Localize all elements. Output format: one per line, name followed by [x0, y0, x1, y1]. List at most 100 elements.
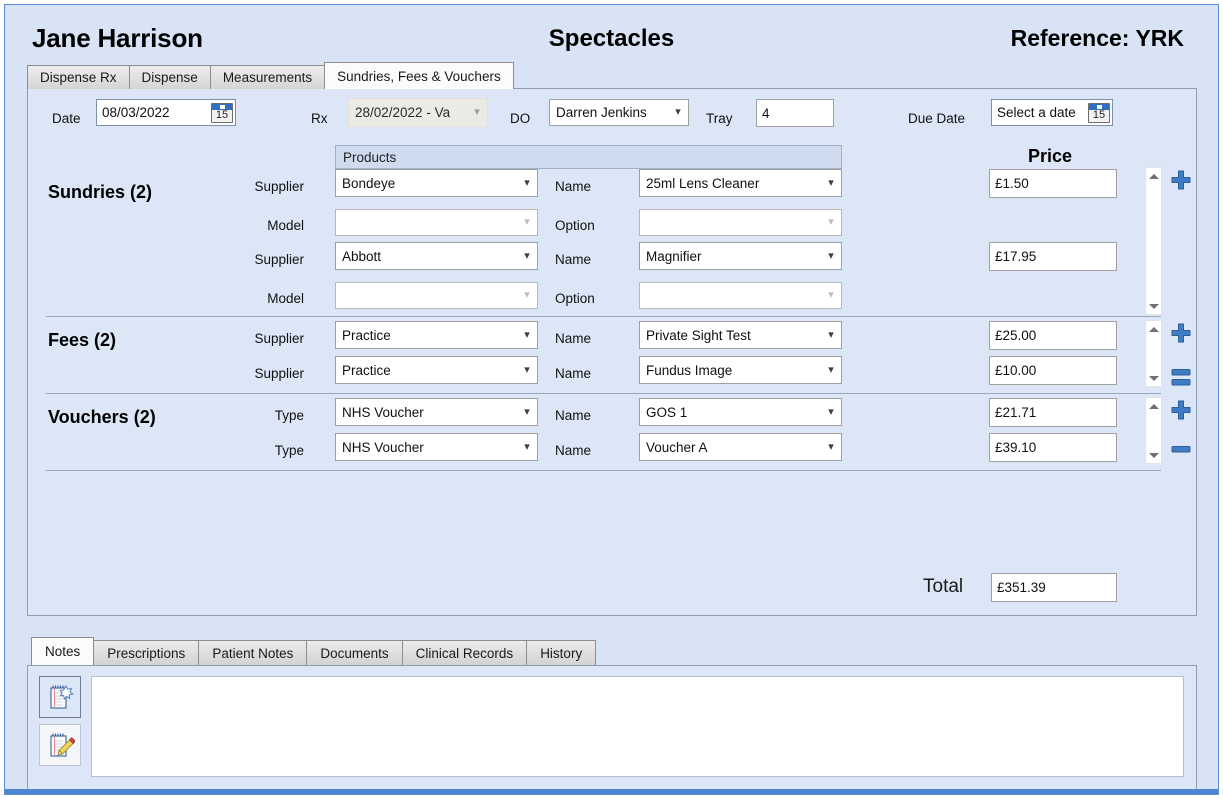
option-dropdown[interactable]: ▾ [639, 282, 842, 309]
section-divider [46, 316, 1161, 317]
row-label: Type [274, 408, 304, 423]
fee-name-value: Fundus Image [646, 362, 733, 378]
scroll-down-icon[interactable] [1146, 371, 1161, 385]
fee-supplier-dropdown[interactable]: Practice ▾ [335, 356, 538, 384]
voucher-name-value: GOS 1 [646, 404, 688, 420]
voucher-price-input[interactable]: £21.71 [989, 398, 1117, 427]
due-date-picker[interactable]: Select a date 15 [991, 99, 1113, 126]
supplier-dropdown[interactable]: Abbott ▾ [335, 242, 538, 270]
voucher-type-dropdown[interactable]: NHS Voucher ▾ [335, 398, 538, 426]
supplier-dropdown[interactable]: Bondeye ▾ [335, 169, 538, 197]
calendar-icon[interactable]: 15 [1088, 102, 1110, 123]
tray-label: Tray [706, 111, 733, 126]
sundries-scrollbar[interactable] [1145, 167, 1162, 315]
supplier-value: Abbott [342, 248, 382, 264]
rx-value: 28/02/2022 - Va [355, 105, 451, 120]
row-label: Model [267, 291, 304, 306]
chevron-down-icon: ▾ [828, 440, 834, 453]
model-dropdown[interactable]: ▾ [335, 282, 538, 309]
model-dropdown[interactable]: ▾ [335, 209, 538, 236]
scroll-up-icon[interactable] [1146, 399, 1161, 413]
product-name-value: 25ml Lens Cleaner [646, 175, 760, 191]
product-name-dropdown[interactable]: Magnifier ▾ [639, 242, 842, 270]
row-label: Type [274, 443, 304, 458]
remove-voucher-button[interactable] [1169, 437, 1193, 461]
scroll-down-icon[interactable] [1146, 299, 1161, 313]
option-dropdown[interactable]: ▾ [639, 209, 842, 236]
fee-name-dropdown[interactable]: Fundus Image ▾ [639, 356, 842, 384]
price-input[interactable]: £17.95 [989, 242, 1117, 271]
scroll-down-icon[interactable] [1146, 448, 1161, 462]
tab-history[interactable]: History [526, 640, 597, 665]
tab-dispense[interactable]: Dispense [128, 65, 211, 89]
chevron-down-icon: ▾ [524, 289, 530, 301]
tab-prescriptions[interactable]: Prescriptions [93, 640, 200, 665]
add-voucher-button[interactable] [1169, 398, 1193, 422]
fee-price-input[interactable]: £25.00 [989, 321, 1117, 350]
row-label: Name [555, 179, 592, 194]
chevron-down-icon: ▾ [675, 106, 681, 118]
voucher-name-dropdown[interactable]: GOS 1 ▾ [639, 398, 842, 426]
fee-name-dropdown[interactable]: Private Sight Test ▾ [639, 321, 842, 349]
application-window: Jane Harrison Spectacles Reference: YRK … [4, 4, 1219, 795]
calendar-icon-day: 15 [215, 108, 229, 121]
section-title-vouchers: Vouchers (2) [48, 407, 156, 427]
notes-textarea[interactable] [91, 676, 1184, 777]
fees-scrollbar[interactable] [1145, 320, 1162, 387]
date-label: Date [52, 111, 81, 126]
do-value: Darren Jenkins [556, 105, 647, 120]
chevron-down-icon: ▾ [524, 216, 530, 228]
section-title-fees: Fees (2) [48, 330, 117, 350]
row-label: Name [555, 366, 592, 381]
scroll-up-icon[interactable] [1146, 322, 1161, 336]
edit-note-icon[interactable] [39, 724, 81, 766]
date-value: 08/03/2022 [102, 105, 170, 120]
remove-fee-button[interactable] [1169, 360, 1193, 384]
chevron-down-icon: ▾ [828, 249, 834, 262]
tab-measurements[interactable]: Measurements [209, 65, 326, 89]
fee-supplier-value: Practice [342, 362, 391, 378]
date-picker[interactable]: 08/03/2022 15 [96, 99, 236, 126]
chevron-down-icon: ▾ [828, 405, 834, 418]
fee-supplier-value: Practice [342, 327, 391, 343]
tab-documents[interactable]: Documents [306, 640, 403, 665]
tray-input[interactable]: 4 [756, 99, 834, 127]
calendar-icon[interactable]: 15 [211, 102, 233, 123]
fee-price-input[interactable]: £10.00 [989, 356, 1117, 385]
voucher-price-input[interactable]: £39.10 [989, 433, 1117, 462]
product-name-dropdown[interactable]: 25ml Lens Cleaner ▾ [639, 169, 842, 197]
main-content-panel: Date 08/03/2022 15 Rx 28/02/2022 - Va ▾ … [27, 88, 1197, 616]
row-label: Supplier [254, 252, 304, 267]
row-label: Supplier [254, 331, 304, 346]
chevron-down-icon: ▾ [828, 328, 834, 341]
do-label: DO [510, 111, 531, 126]
voucher-type-dropdown[interactable]: NHS Voucher ▾ [335, 433, 538, 461]
fee-supplier-dropdown[interactable]: Practice ▾ [335, 321, 538, 349]
chevron-down-icon: ▾ [524, 440, 530, 453]
vouchers-scrollbar[interactable] [1145, 397, 1162, 464]
section-divider [46, 470, 1161, 471]
chevron-down-icon: ▾ [474, 106, 480, 118]
tab-patient-notes[interactable]: Patient Notes [198, 640, 308, 665]
tab-sundries-fees-vouchers[interactable]: Sundries, Fees & Vouchers [324, 62, 514, 89]
rx-dropdown[interactable]: 28/02/2022 - Va ▾ [348, 98, 488, 127]
due-date-value: Select a date [997, 105, 1076, 120]
voucher-name-dropdown[interactable]: Voucher A ▾ [639, 433, 842, 461]
tab-clinical-records[interactable]: Clinical Records [401, 640, 528, 665]
row-label: Supplier [254, 366, 304, 381]
voucher-type-value: NHS Voucher [342, 439, 424, 455]
tab-dispense-rx[interactable]: Dispense Rx [27, 65, 130, 89]
notes-panel [27, 665, 1197, 790]
add-fee-button[interactable] [1169, 321, 1193, 345]
tab-notes[interactable]: Notes [31, 637, 95, 665]
voucher-type-value: NHS Voucher [342, 404, 424, 420]
row-label: Name [555, 252, 592, 267]
add-sundry-button[interactable] [1169, 168, 1193, 192]
bottom-tab-bar: Notes Prescriptions Patient Notes Docume… [31, 637, 597, 665]
total-label: Total [923, 576, 964, 597]
scroll-up-icon[interactable] [1146, 169, 1161, 183]
price-input[interactable]: £1.50 [989, 169, 1117, 198]
new-note-icon[interactable] [39, 676, 81, 718]
top-tab-bar: Dispense Rx Dispense Measurements Sundri… [27, 62, 514, 89]
do-dropdown[interactable]: Darren Jenkins ▾ [549, 99, 689, 126]
